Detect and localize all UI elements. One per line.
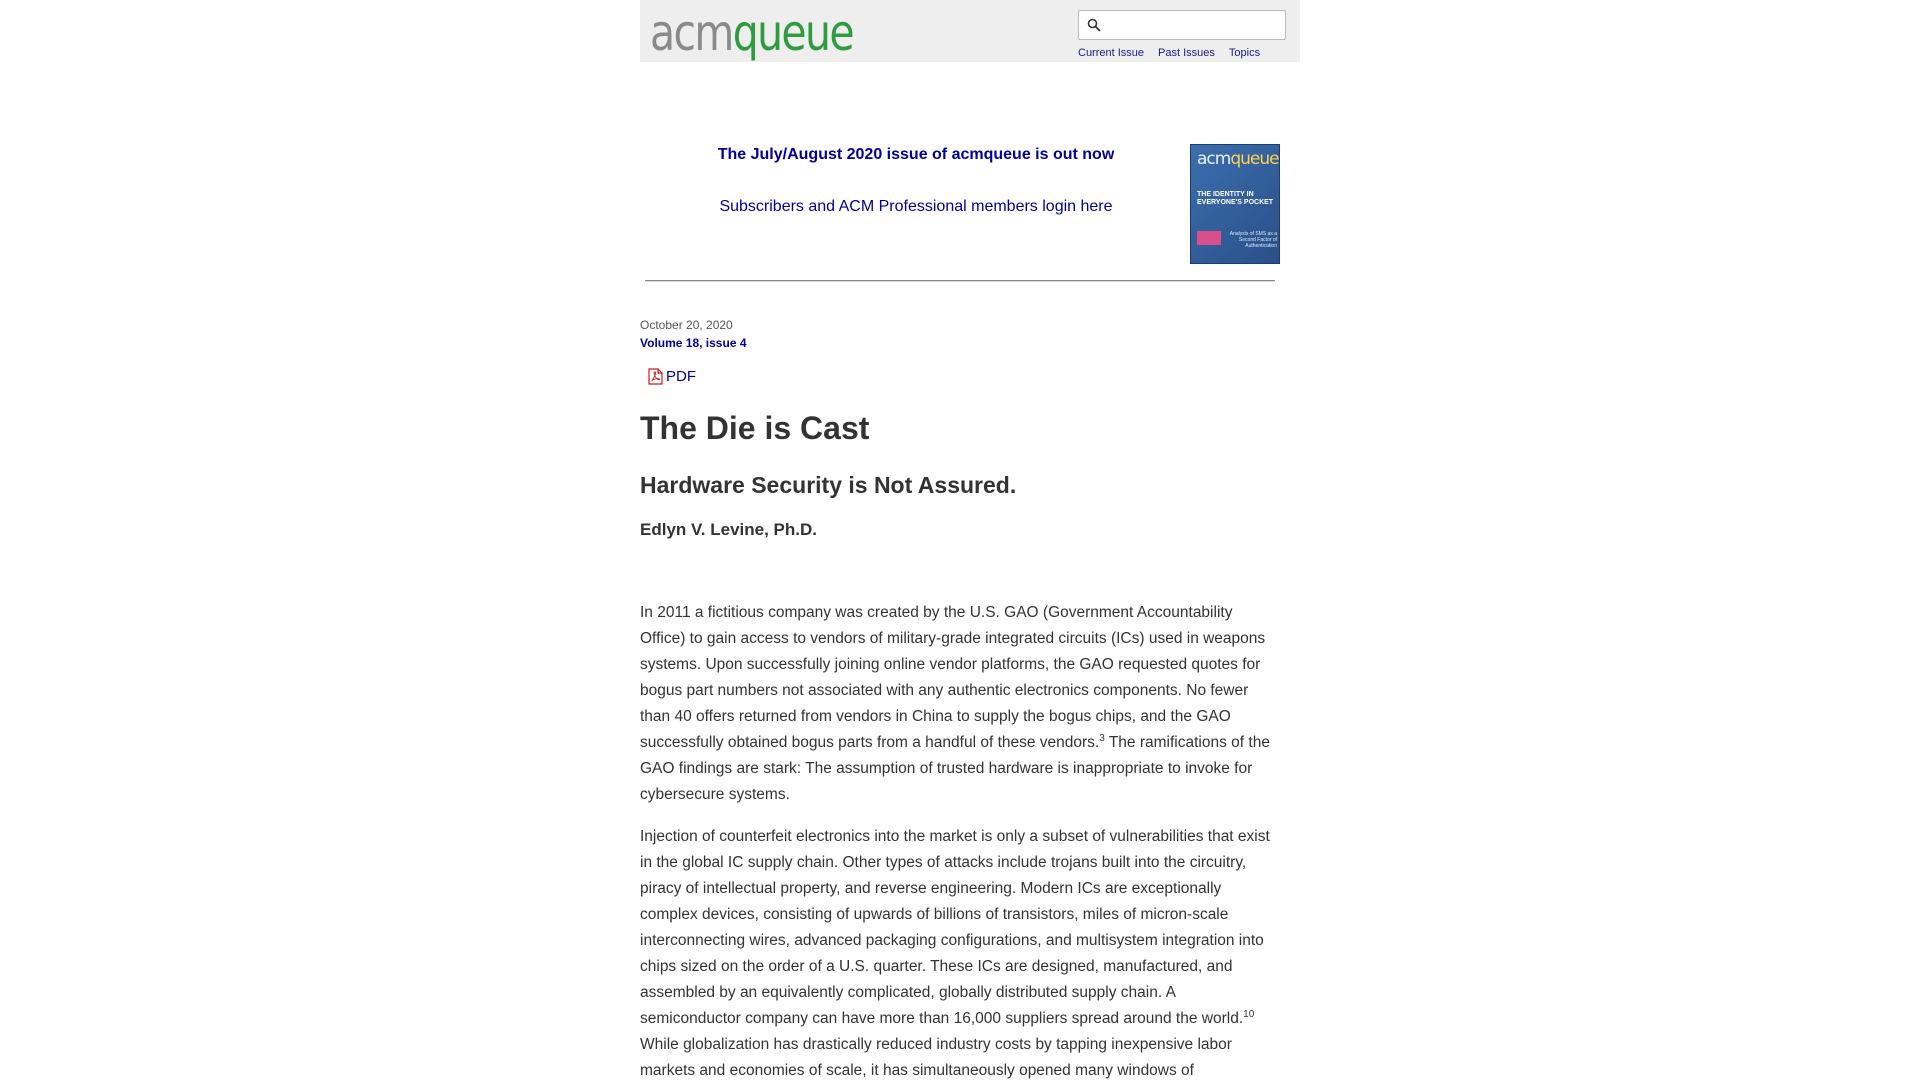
cover-logo: acmqueue <box>1197 149 1279 169</box>
announcement-title: The July/August 2020 issue of acmqueue i… <box>717 146 1115 163</box>
article-subtitle: Hardware Security is Not Assured. <box>640 472 1017 498</box>
nav-current-issue[interactable]: Current Issue <box>1078 47 1144 59</box>
article-date: October 20, 2020 <box>640 318 733 332</box>
citation-ref[interactable]: 10 <box>1243 1009 1254 1020</box>
login-link[interactable]: Subscribers and ACM Professional members… <box>640 198 1192 216</box>
page: acm queue Current Issue Past Issues Topic… <box>0 0 1920 1080</box>
pdf-label: PDF <box>666 368 696 385</box>
acmqueue-logo[interactable]: acm queue <box>650 8 897 58</box>
cover-subhead: Analysis of SMS as a Second Factor of Au… <box>1229 231 1277 249</box>
search-input[interactable] <box>1105 13 1285 39</box>
top-nav: Current Issue Past Issues Topics <box>1078 47 1260 59</box>
divider <box>645 280 1275 282</box>
pdf-download-link[interactable]: PDF <box>648 368 696 385</box>
search-box <box>1078 10 1286 40</box>
issue-announcement: The July/August 2020 issue of acmqueue i… <box>640 142 1300 272</box>
nav-past-issues[interactable]: Past Issues <box>1158 47 1215 59</box>
issue-cover-image[interactable]: acmqueue THE IDENTITY IN EVERYONE'S POCK… <box>1190 144 1280 264</box>
logo-acm-text: acm <box>650 4 734 62</box>
nav-topics[interactable]: Topics <box>1229 47 1260 59</box>
logo-queue-text: queue <box>732 4 855 62</box>
cover-tag <box>1197 231 1221 245</box>
search-icon <box>1087 18 1101 32</box>
article-paragraph: Injection of counterfeit electronics int… <box>640 828 1270 1079</box>
article-title: The Die is Cast <box>640 410 870 446</box>
article-paragraph: In 2011 a fictitious company was created… <box>640 604 1270 803</box>
pdf-file-icon <box>648 368 663 385</box>
cover-headline: THE IDENTITY IN EVERYONE'S POCKET <box>1197 191 1274 206</box>
article-body: In 2011 a fictitious company was created… <box>640 600 1280 1080</box>
site-header: acm queue Current Issue Past Issues Topic… <box>640 0 1300 62</box>
volume-link[interactable]: Volume 18, issue 4 <box>640 336 747 350</box>
article-author: Edlyn V. Levine, Ph.D. <box>640 520 817 539</box>
